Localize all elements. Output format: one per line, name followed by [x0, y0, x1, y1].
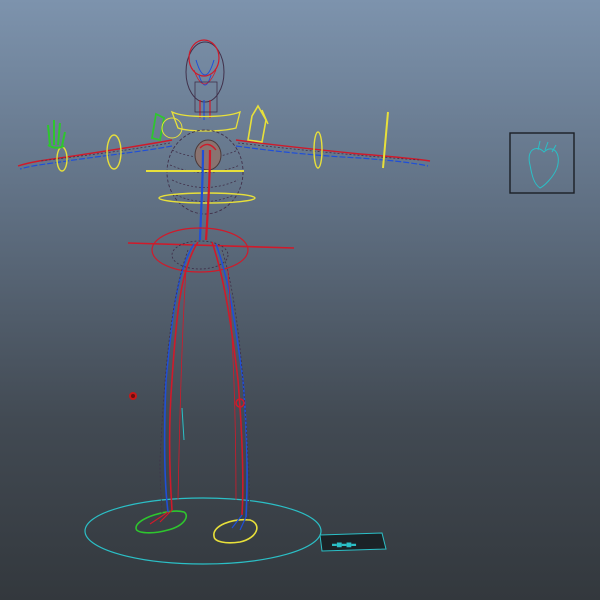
3d-viewport[interactable]: ▬■▬■▬: [0, 0, 600, 600]
right-wrist-control[interactable]: [382, 111, 389, 169]
left-leg-arteries: [168, 241, 199, 511]
selection-handle-marker[interactable]: [129, 392, 137, 400]
head-control[interactable]: [188, 39, 220, 77]
spine-control[interactable]: [158, 192, 256, 204]
svg-text:▬■▬■▬: ▬■▬■▬: [332, 540, 356, 549]
left-arm-vessels: [17, 139, 173, 167]
ground-circle-control[interactable]: [84, 497, 322, 565]
left-hand-ik-control[interactable]: [47, 120, 66, 149]
logo-plate-icon: ▬■▬■▬: [319, 532, 387, 552]
circulatory-system-model[interactable]: [17, 39, 431, 531]
scene-canvas[interactable]: ▬■▬■▬: [0, 0, 600, 600]
heart-thumbnail-panel[interactable]: [509, 132, 575, 194]
heart-icon: [528, 148, 559, 189]
left-foot-control[interactable]: [135, 510, 188, 534]
right-arm-vessels: [235, 139, 431, 162]
